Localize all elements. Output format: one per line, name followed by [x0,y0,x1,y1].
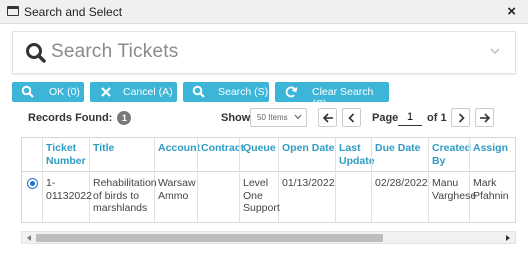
column-header-contract[interactable]: Contract [201,142,244,155]
chevron-left-icon [348,113,355,123]
column-divider [335,138,336,222]
search-icon [26,43,46,63]
next-page-button[interactable] [451,108,470,127]
horizontal-scrollbar[interactable] [21,231,516,244]
scrollbar-thumb[interactable] [36,234,383,242]
records-found: Records Found: 1 [28,111,132,125]
row-select-radio[interactable] [27,178,38,189]
column-header-queue[interactable]: Queue [243,142,276,155]
search-panel[interactable]: Search Tickets [12,31,516,74]
arrow-right-icon [480,113,491,123]
cell-title: Rehabilitation of birds to marshlands [93,177,157,214]
ok-button-label: OK (0) [49,86,80,98]
scroll-right-icon[interactable] [504,234,512,242]
prev-page-button[interactable] [342,108,361,127]
column-header-open-date[interactable]: Open Date [282,142,335,155]
cell-open-date: 01/13/2022 [282,177,335,189]
refresh-icon [285,86,298,98]
page-size-select[interactable]: 50 Items [250,108,307,127]
column-divider [428,138,429,222]
last-page-button[interactable] [475,108,494,127]
column-header-account[interactable]: Account [158,142,200,155]
arrow-left-icon [322,113,333,123]
column-divider [239,138,240,222]
clear-search-button[interactable]: Clear Search (C) [275,82,389,110]
search-placeholder[interactable]: Search Tickets [51,41,178,63]
cancel-button[interactable]: Cancel (A) [90,82,177,102]
search-icon [21,85,34,98]
close-icon [101,87,111,97]
records-count-badge: 1 [117,111,132,125]
cancel-button-label: Cancel (A) [123,86,173,98]
search-icon [192,85,205,98]
table-header: Ticket Number Title Account Contract Que… [22,138,515,172]
dialog-titlebar: Search and Select × [0,0,528,24]
first-page-button[interactable] [318,108,337,127]
search-button[interactable]: Search (S) [183,82,269,102]
dialog-title: Search and Select [24,5,123,19]
page-size-value: 50 Items [257,113,288,122]
page-number-input[interactable] [398,108,422,126]
chevron-down-icon[interactable] [489,46,501,56]
cell-due-date: 02/28/2022 [375,177,428,189]
cell-created-by: Manu Varghese [432,177,477,202]
records-found-label: Records Found: [28,111,113,124]
column-header-created-by[interactable]: Created By [432,142,471,168]
cell-account: Warsaw Ammo [158,177,196,202]
chevron-down-icon [294,114,302,120]
column-header-last-update[interactable]: Last Update [339,142,375,168]
cell-assigned: Mark Pfahnin [473,177,509,202]
column-divider [197,138,198,222]
column-divider [42,138,43,222]
cell-queue: Level One Support [243,177,280,214]
clear-search-button-label: Clear Search (C) [312,86,374,110]
column-divider [371,138,372,222]
chevron-right-icon [458,113,465,123]
column-header-title[interactable]: Title [93,142,114,155]
column-header-assigned[interactable]: Assign [473,142,508,155]
close-icon[interactable]: × [507,3,516,20]
search-button-label: Search (S) [218,86,269,98]
page-count-label: of 1 [427,112,447,124]
column-header-ticket-number[interactable]: Ticket Number [46,142,86,168]
ok-button[interactable]: OK (0) [12,82,84,102]
column-header-due-date[interactable]: Due Date [375,142,421,155]
window-icon [7,6,19,16]
cell-ticket-number: 1- 01132022 [46,177,92,202]
page-label: Page [372,112,399,124]
results-table: Ticket Number Title Account Contract Que… [21,137,516,223]
scroll-left-icon[interactable] [25,234,33,242]
